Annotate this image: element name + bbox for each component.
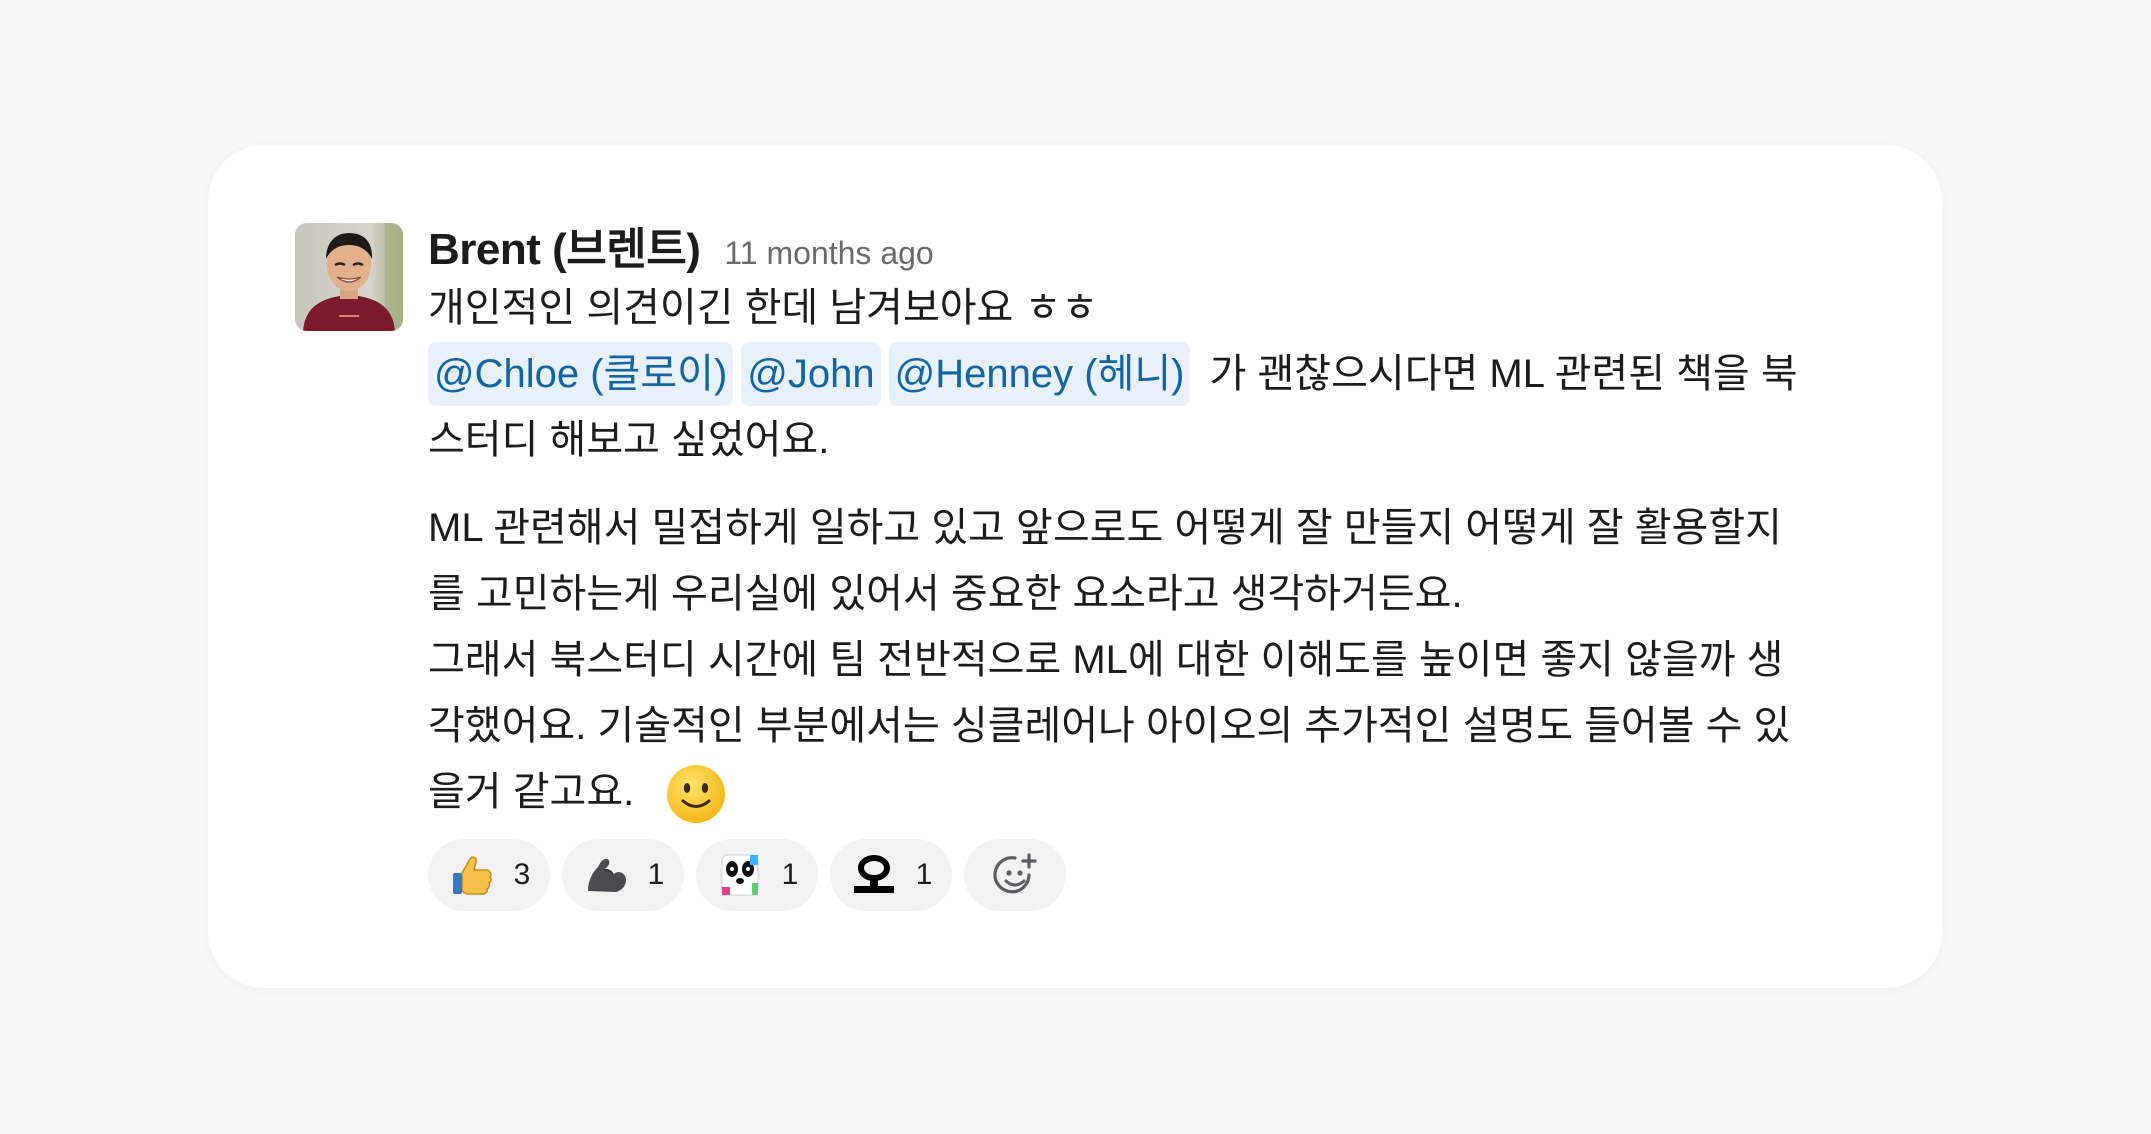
message-line: 그래서 북스터디 시간에 팀 전반적으로 ML에 대한 이해도를 높이면 좋지 … xyxy=(428,638,1784,682)
message-text: 가 괜찮으시다면 ML 관련된 책을 북 xyxy=(1198,352,1798,396)
message-header: Brent (브렌트) 11 months ago xyxy=(428,213,1868,274)
message-text: 을거 같고요. xyxy=(428,770,635,814)
add-reaction-button[interactable] xyxy=(964,839,1066,912)
reaction-count: 1 xyxy=(647,858,665,892)
reaction-oh[interactable]: 1 xyxy=(830,839,952,912)
avatar[interactable] xyxy=(295,223,403,331)
add-reaction-icon xyxy=(991,851,1039,899)
message-line: ML 관련해서 밀접하게 일하고 있고 앞으로도 어떻게 잘 만들지 어떻게 잘… xyxy=(428,506,1782,550)
message-card: Brent (브렌트) 11 months ago 개인적인 의견이긴 한데 남… xyxy=(208,145,1942,988)
reaction-count: 1 xyxy=(915,858,933,892)
message-line-with-mentions: @Chloe (클로이) @John @Henney (헤니) 가 괜찮으시다면 M… xyxy=(428,341,1868,407)
message-last-line: 을거 같고요. xyxy=(428,759,1868,825)
mention-chloe[interactable]: @Chloe (클로이) xyxy=(428,342,734,406)
message-content: Brent (브렌트) 11 months ago 개인적인 의견이긴 한데 남… xyxy=(428,213,1868,912)
message-line: 개인적인 의견이긴 한데 남겨보아요 ㅎㅎ xyxy=(428,286,1099,330)
reactions-bar: 3 1 1 1 xyxy=(428,839,1868,912)
mention-john[interactable]: @John xyxy=(741,342,881,406)
avatar-photo xyxy=(295,223,403,331)
message-line: 각했어요. 기술적인 부분에서는 싱클레어나 아이오의 추가적인 설명도 들어볼… xyxy=(428,704,1791,748)
author-name[interactable]: Brent (브렌트) xyxy=(428,213,701,277)
slightly-smiling-face-icon xyxy=(665,763,727,825)
reaction-thumbs-up[interactable]: 3 xyxy=(428,839,550,912)
message-line: 를 고민하는게 우리실에 있어서 중요한 요소라고 생각하거든요. xyxy=(428,572,1463,616)
reaction-count: 1 xyxy=(781,858,799,892)
mention-henney[interactable]: @Henney (헤니) xyxy=(888,342,1191,406)
flexed-biceps-icon xyxy=(582,851,630,899)
message-paragraph: ML 관련해서 밀접하게 일하고 있고 앞으로도 어떻게 잘 만들지 어떻게 잘… xyxy=(428,495,1868,825)
message-line: 스터디 해보고 싶었어요. xyxy=(428,418,830,462)
timestamp[interactable]: 11 months ago xyxy=(724,235,933,272)
oh-text-icon xyxy=(850,851,898,899)
thumbs-up-icon xyxy=(448,851,496,899)
reaction-count: 3 xyxy=(513,858,531,892)
reaction-flexed-biceps[interactable]: 1 xyxy=(562,839,684,912)
panda-sticker-icon xyxy=(716,851,764,899)
reaction-panda-sticker[interactable]: 1 xyxy=(696,839,818,912)
